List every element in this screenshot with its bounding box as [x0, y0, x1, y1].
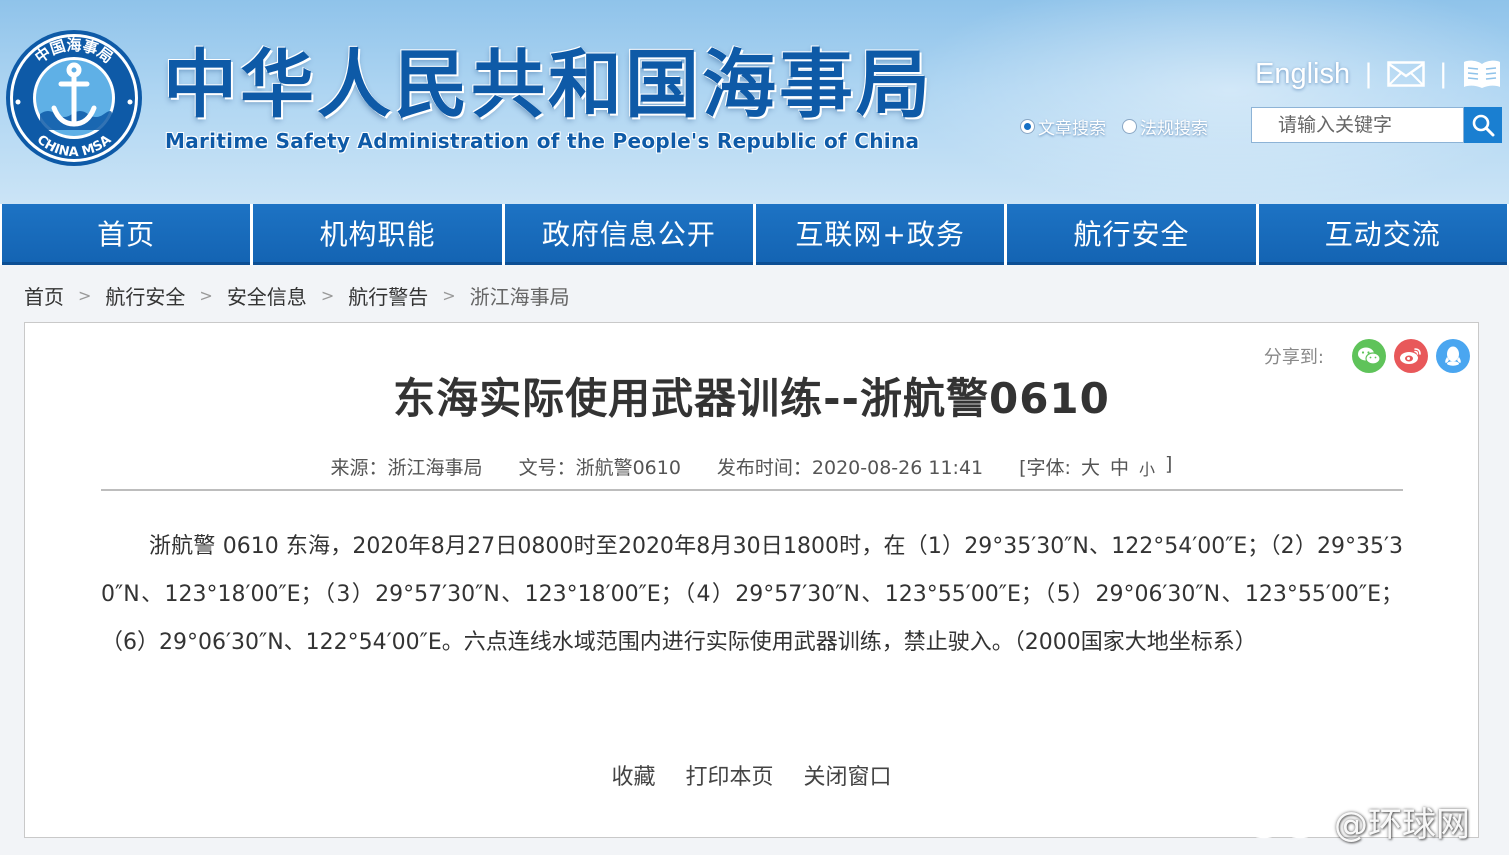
radio-article[interactable] — [1020, 119, 1035, 134]
breadcrumb-safety-info[interactable]: 安全信息 — [227, 281, 307, 310]
search-option-law-label: 法规搜索 — [1140, 119, 1208, 139]
header-sky-glow — [880, 0, 1509, 204]
breadcrumb: 首页 > 航行安全 > 安全信息 > 航行警告 > 浙江海事局 — [24, 280, 570, 310]
title-divider — [101, 489, 1403, 491]
article-title: 东海实际使用武器训练--浙航警0610 — [393, 374, 1110, 423]
book-icon[interactable] — [1462, 58, 1502, 90]
breadcrumb-separator: > — [78, 285, 92, 305]
top-link-separator-2: | — [1438, 59, 1448, 89]
breadcrumb-separator: > — [320, 285, 335, 305]
search-option-article[interactable]: 文章搜索 — [1020, 114, 1106, 139]
weibo-watermark-icon — [1243, 805, 1326, 839]
search-option-article-label: 文章搜索 — [1038, 119, 1106, 139]
top-link-separator: | — [1364, 59, 1373, 89]
font-size-medium[interactable]: 中 — [1110, 453, 1129, 480]
nav-item-gov-info[interactable]: 政府信息公开 — [504, 204, 753, 265]
nav-item-interaction[interactable]: 互动交流 — [1258, 204, 1507, 265]
site-title-en: Maritime Safety Administration of the Pe… — [165, 129, 920, 153]
watermark-text: @环球网 — [1334, 804, 1470, 845]
article-actions: 收藏 打印本页 关闭窗口 — [25, 759, 1478, 791]
font-size-label: [字体: — [1019, 457, 1071, 479]
main-nav: 首页 机构职能 政府信息公开 互联网+政务 航行安全 互动交流 — [0, 204, 1509, 265]
meta-source: 来源：浙江海事局 — [330, 457, 483, 479]
site-title-cn[interactable]: 中华人民共和国海事局 — [163, 44, 930, 126]
breadcrumb-current[interactable]: 浙江海事局 — [470, 281, 570, 310]
search-button[interactable] — [1464, 107, 1502, 143]
nav-item-navigation-safety[interactable]: 航行安全 — [1007, 204, 1256, 265]
article-meta: 来源：浙江海事局 文号：浙航警0610 发布时间：2020-08-26 11:4… — [25, 453, 1478, 480]
site-header: 中国海事局 CHINA MSA 中华人民共和国海事局 Maritime Safe… — [0, 0, 1509, 204]
msa-logo[interactable]: 中国海事局 CHINA MSA — [4, 28, 144, 168]
meta-publish-time: 发布时间：2020-08-26 11:41 — [716, 457, 984, 479]
radio-law[interactable] — [1122, 119, 1137, 134]
font-size-small[interactable]: 小 — [1139, 456, 1155, 480]
top-links: English | | — [1255, 54, 1502, 94]
font-size-control: [字体: 大 中 小 ] — [1019, 453, 1172, 480]
close-window-button[interactable]: 关闭窗口 — [804, 759, 892, 791]
search-option-law[interactable]: 法规搜索 — [1122, 114, 1208, 139]
article-panel: 分享到: 东海实际使用武器训练--浙航警0610 来源：浙江海事局 文号：浙航警… — [24, 322, 1479, 838]
watermark: @环球网 — [1242, 798, 1470, 845]
mail-icon[interactable] — [1387, 61, 1425, 87]
font-size-close: ] — [1165, 453, 1173, 475]
meta-doc-number: 文号：浙航警0610 — [518, 457, 681, 479]
article-body: 浙航警 0610 东海，2020年8月27日0800时至2020年8月30日18… — [101, 534, 1403, 655]
breadcrumb-separator: > — [199, 285, 213, 305]
breadcrumb-separator: > — [442, 285, 456, 305]
search-input[interactable] — [1251, 107, 1464, 143]
english-link[interactable]: English — [1255, 58, 1350, 91]
favorite-button[interactable]: 收藏 — [611, 759, 655, 791]
nav-item-home[interactable]: 首页 — [2, 204, 251, 265]
nav-item-functions[interactable]: 机构职能 — [253, 204, 502, 265]
breadcrumb-navigation-safety[interactable]: 航行安全 — [105, 281, 185, 310]
nav-item-internet-gov[interactable]: 互联网+政务 — [755, 204, 1005, 265]
breadcrumb-home[interactable]: 首页 — [24, 281, 64, 310]
search-icon — [1472, 114, 1495, 137]
search-type-options: 文章搜索 法规搜索 — [1020, 114, 1208, 139]
font-size-large[interactable]: 大 — [1081, 453, 1100, 480]
breadcrumb-nav-warning[interactable]: 航行警告 — [348, 281, 428, 310]
print-button[interactable]: 打印本页 — [685, 759, 773, 791]
